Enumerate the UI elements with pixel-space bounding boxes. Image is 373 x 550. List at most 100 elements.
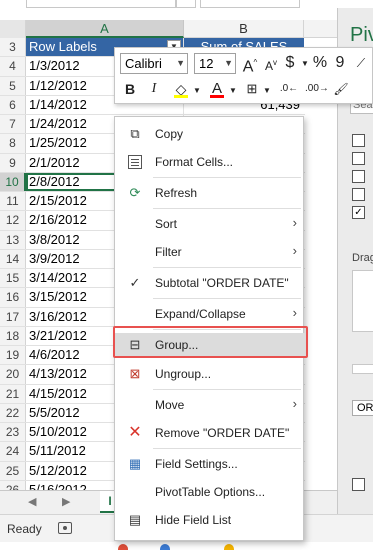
italic-button[interactable]: I: [145, 79, 163, 99]
shrink-font-icon: A: [264, 59, 273, 73]
highlight-annotation-box: [113, 326, 308, 358]
menu-item-copy[interactable]: ⧉ Copy: [115, 122, 305, 146]
row-number[interactable]: 22: [0, 403, 26, 422]
taskbar-app-icon[interactable]: [118, 544, 128, 550]
fill-color-swatch: [174, 95, 188, 98]
menu-item-label: Field Settings...: [155, 457, 238, 471]
row-number[interactable]: 17: [0, 307, 26, 326]
field-settings-icon: ▦: [128, 456, 142, 471]
row-number[interactable]: 13: [0, 230, 26, 249]
menu-item-filter[interactable]: Filter ›: [115, 240, 305, 264]
menu-item-move[interactable]: Move ›: [115, 393, 305, 417]
chevron-down-icon[interactable]: ▼: [263, 81, 271, 101]
field-checkbox[interactable]: [352, 134, 365, 147]
row-number[interactable]: 20: [0, 365, 26, 384]
row-number[interactable]: 8: [0, 134, 26, 153]
taskbar-app-icon[interactable]: [160, 544, 170, 550]
bold-icon: B: [124, 81, 136, 97]
bold-button[interactable]: B: [121, 79, 139, 99]
row-number[interactable]: 21: [0, 384, 26, 403]
row-labels-text: Row Labels: [29, 39, 97, 54]
row-number[interactable]: 10: [0, 172, 26, 191]
menu-separator: [153, 298, 301, 299]
menu-item-label: Copy: [155, 127, 184, 141]
percent-icon: %: [312, 54, 328, 71]
status-ready: Ready: [7, 522, 42, 536]
row-number[interactable]: 5: [0, 76, 26, 95]
macro-record-icon[interactable]: [58, 522, 72, 534]
menu-item-subtotal[interactable]: ✓ Subtotal "ORDER DATE": [115, 271, 305, 295]
font-size-value: 12: [199, 56, 214, 71]
remove-x-icon: ✕: [128, 424, 142, 441]
row-number[interactable]: 16: [0, 288, 26, 307]
field-checkbox-checked[interactable]: ✓: [352, 206, 365, 219]
tab-scroll-right-icon[interactable]: ▶: [62, 495, 70, 508]
select-all-corner[interactable]: [0, 20, 26, 38]
comma-icon: 9: [335, 54, 345, 71]
taskbar-app-icon[interactable]: [224, 544, 234, 550]
chevron-down-icon[interactable]: ▼: [301, 54, 309, 74]
comma-style-button[interactable]: 9: [331, 53, 349, 73]
increase-decimal-icon[interactable]: .0←: [279, 79, 299, 99]
menu-item-field-settings[interactable]: ▦ Field Settings...: [115, 452, 305, 476]
currency-format-button[interactable]: $: [281, 53, 299, 73]
menu-separator: [153, 389, 301, 390]
column-header-b[interactable]: B: [184, 20, 304, 38]
row-number[interactable]: 19: [0, 346, 26, 365]
row-number[interactable]: 18: [0, 326, 26, 345]
borders-icon[interactable]: ⊞: [243, 79, 261, 99]
decrease-decimal-icon[interactable]: .00→: [305, 79, 329, 99]
row-number[interactable]: 7: [0, 115, 26, 134]
menu-item-label: Remove "ORDER DATE": [155, 426, 290, 440]
formula-bar[interactable]: [200, 0, 300, 8]
font-color-button[interactable]: A: [207, 79, 227, 99]
row-number[interactable]: 3: [0, 38, 26, 57]
format-painter-brush-icon[interactable]: 🖌: [331, 79, 351, 99]
increase-font-size-button[interactable]: A^: [241, 53, 259, 75]
fill-color-button[interactable]: ◇: [171, 79, 191, 99]
menu-item-expand-collapse[interactable]: Expand/Collapse ›: [115, 302, 305, 326]
field-checkbox[interactable]: [352, 170, 365, 183]
menu-separator: [153, 208, 301, 209]
format-cells-icon: [127, 154, 143, 170]
font-name-select[interactable]: Calibri ▼: [120, 53, 188, 74]
row-number[interactable]: 24: [0, 442, 26, 461]
menu-item-label: Sort: [155, 217, 178, 231]
menu-item-label: Move: [155, 398, 185, 412]
tab-scroll-left-icon[interactable]: ◀: [28, 495, 36, 508]
chevron-down-icon[interactable]: ▼: [193, 81, 201, 101]
decrease-font-size-button[interactable]: Av: [263, 53, 279, 73]
font-name-value: Calibri: [125, 56, 162, 71]
font-color-swatch: [210, 95, 224, 98]
menu-item-refresh[interactable]: ⟳ Refresh: [115, 181, 305, 205]
format-painter-icon[interactable]: ⟋: [351, 53, 371, 73]
menu-item-sort[interactable]: Sort ›: [115, 212, 305, 236]
chevron-down-icon[interactable]: ▼: [229, 81, 237, 101]
row-number[interactable]: 25: [0, 461, 26, 480]
filters-area[interactable]: [352, 270, 373, 332]
row-number[interactable]: 4: [0, 57, 26, 76]
rows-area-header: [352, 364, 373, 374]
percent-style-button[interactable]: %: [311, 53, 329, 73]
row-number[interactable]: 14: [0, 249, 26, 268]
row-number[interactable]: 12: [0, 211, 26, 230]
field-checkbox[interactable]: [352, 152, 365, 165]
menu-item-hide-field-list[interactable]: ▤ Hide Field List: [115, 508, 305, 532]
menu-item-format-cells[interactable]: Format Cells...: [115, 150, 305, 174]
order-date-field-chip[interactable]: OR: [352, 400, 373, 416]
row-number[interactable]: 9: [0, 153, 26, 172]
row-number[interactable]: 15: [0, 269, 26, 288]
name-box[interactable]: [26, 0, 176, 8]
name-box-dropdown[interactable]: [176, 0, 196, 8]
row-number[interactable]: 6: [0, 95, 26, 114]
row-number[interactable]: 23: [0, 423, 26, 442]
defer-update-checkbox[interactable]: [352, 478, 365, 491]
row-number[interactable]: 11: [0, 192, 26, 211]
font-size-select[interactable]: 12 ▼: [194, 53, 236, 74]
menu-item-pivottable-options[interactable]: PivotTable Options...: [115, 480, 305, 504]
menu-item-ungroup[interactable]: ⊠ Ungroup...: [115, 362, 305, 386]
italic-icon: I: [151, 81, 157, 96]
field-checkbox[interactable]: [352, 188, 365, 201]
column-header-a[interactable]: A: [26, 20, 184, 38]
menu-item-remove[interactable]: ✕ Remove "ORDER DATE": [115, 421, 305, 445]
